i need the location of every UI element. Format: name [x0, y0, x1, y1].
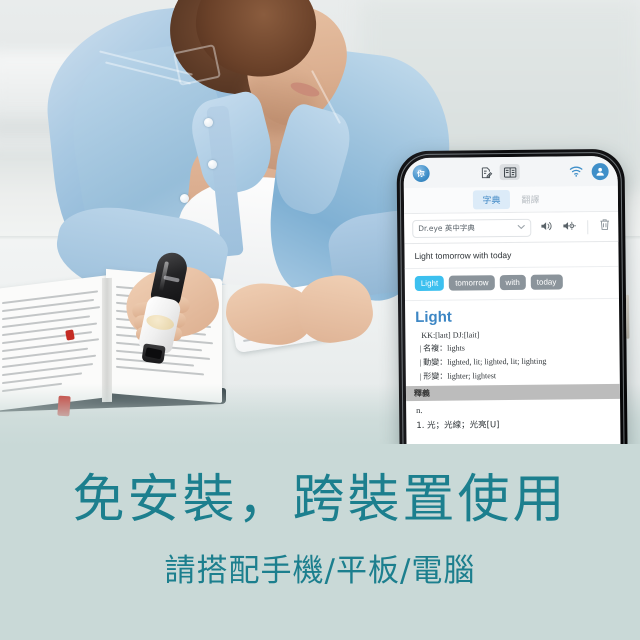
shirt-button [180, 194, 189, 203]
split-view-icon[interactable] [499, 163, 520, 181]
app-logo-icon[interactable]: 你 [412, 164, 430, 182]
entry-sense-1: 1. 光；光線；光亮[U] [416, 420, 500, 432]
toolbar-divider [587, 219, 589, 234]
entry-inflection-verb: | 動變：lighted, lit; lighted, lit; lightin… [419, 356, 547, 367]
tab-translate[interactable]: 翻譯 [512, 190, 548, 209]
phone-screen: 你 字典 翻譯 Dr.eye 英中字典 Light tomorrow with … [403, 155, 621, 452]
scanned-sentence: Light tomorrow with today [404, 241, 619, 270]
chevron-down-icon [517, 223, 525, 232]
word-chip-list: Light tomorrow with today [404, 266, 619, 302]
trash-icon[interactable] [599, 217, 610, 235]
phone-power-button[interactable] [625, 294, 630, 339]
word-chip-light[interactable]: Light [414, 275, 445, 292]
app-top-bar: 你 [403, 155, 618, 189]
phone-mockup: 你 字典 翻譯 Dr.eye 英中字典 Light tomorrow with … [396, 148, 630, 452]
top-bar-right-icons [567, 162, 609, 180]
mode-tabs: 字典 翻譯 [403, 185, 619, 215]
dictionary-select[interactable]: Dr.eye 英中字典 [412, 218, 532, 238]
svg-text:你: 你 [416, 168, 425, 178]
caption-area: 免安裝，跨裝置使用 請搭配手機/平板/電腦 [0, 444, 640, 640]
pen-logo [163, 275, 180, 283]
entry-headword: Light [415, 308, 452, 327]
entry-phonetics: KK:[laɪt] DJ:[lait] [421, 330, 480, 340]
headline-text: 免安裝，跨裝置使用 [72, 470, 568, 530]
entry-inflection-noun: | 名複：lights [419, 343, 465, 353]
dictionary-tool-icons [540, 217, 610, 236]
tab-dictionary[interactable]: 字典 [473, 190, 510, 210]
dictionary-toolbar: Dr.eye 英中字典 [404, 211, 619, 245]
entry-inflection-adj: | 形變：lighter; lightest [419, 371, 497, 381]
subheadline-text: 請搭配手機/平板/電腦 [164, 553, 476, 590]
word-chip-tomorrow[interactable]: tomorrow [449, 275, 495, 291]
note-edit-icon[interactable] [477, 165, 495, 180]
book-ribbon-top [65, 329, 75, 341]
top-bar-center-icons [477, 163, 520, 181]
account-icon[interactable] [591, 162, 609, 180]
speaker-icon[interactable] [540, 218, 553, 236]
word-chip-with[interactable]: with [499, 274, 526, 291]
wifi-icon[interactable] [567, 164, 585, 179]
shirt-button [204, 118, 213, 127]
shirt-button [208, 160, 217, 169]
promo-banner: 你 字典 翻譯 Dr.eye 英中字典 Light tomorrow with … [0, 0, 640, 640]
dictionary-entry: Light KK:[laɪt] DJ:[lait] | 名複：lights | … [405, 299, 620, 382]
speaker-settings-icon[interactable] [562, 218, 576, 236]
word-chip-today[interactable]: today [530, 274, 563, 290]
dictionary-select-value: Dr.eye 英中字典 [418, 223, 475, 233]
